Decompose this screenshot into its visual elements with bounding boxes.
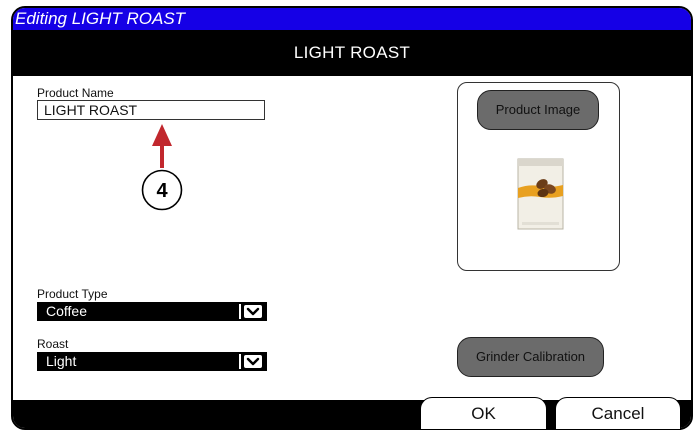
page-header: LIGHT ROAST <box>13 30 691 76</box>
grinder-calibration-button[interactable]: Grinder Calibration <box>457 337 604 377</box>
callout-arrow: 4 <box>141 124 183 211</box>
product-name-input[interactable]: LIGHT ROAST <box>37 100 265 120</box>
product-name-label: Product Name <box>37 86 114 100</box>
roast-value: Light <box>46 353 77 369</box>
select-divider <box>239 304 241 319</box>
coffee-bag-icon <box>517 158 564 230</box>
window-title: Editing LIGHT ROAST <box>13 8 691 30</box>
callout-number: 4 <box>156 180 168 202</box>
chevron-down-icon[interactable] <box>244 355 262 368</box>
roast-label: Roast <box>37 337 69 351</box>
product-type-value: Coffee <box>46 303 87 319</box>
select-divider <box>239 354 241 369</box>
product-type-select[interactable]: Coffee <box>37 302 267 321</box>
roast-select[interactable]: Light <box>37 352 267 371</box>
ok-button[interactable]: OK <box>420 397 547 430</box>
cancel-button[interactable]: Cancel <box>555 397 681 430</box>
chevron-down-icon[interactable] <box>244 305 262 318</box>
product-type-label: Product Type <box>37 287 108 301</box>
product-image-button[interactable]: Product Image <box>477 90 599 130</box>
